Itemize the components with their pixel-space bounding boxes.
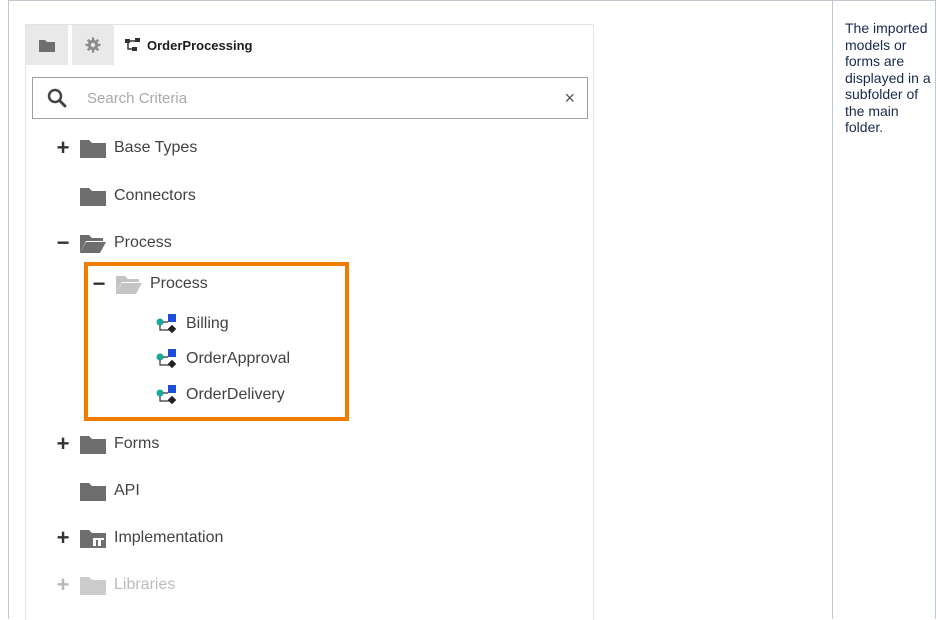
folder-open-icon (80, 235, 106, 253)
expand-toggle[interactable]: + (54, 135, 72, 161)
tree-item-label: Base Types (114, 139, 198, 156)
tree-item-forms[interactable]: + Forms (54, 429, 160, 459)
folder-icon (80, 188, 106, 206)
model-name: OrderProcessing (147, 37, 253, 53)
folder-icon (80, 483, 106, 501)
panel-tabbar: OrderProcessing (26, 25, 593, 65)
tab-model[interactable]: OrderProcessing (125, 25, 345, 65)
model-tree-icon (125, 38, 140, 51)
close-icon[interactable]: × (564, 88, 575, 108)
search-box: × (32, 77, 588, 119)
expand-toggle[interactable]: + (54, 431, 72, 457)
tree-item-implementation[interactable]: + Implementation (54, 523, 224, 553)
tree-item-label: Forms (114, 435, 160, 452)
tree-item-label: Process (114, 234, 172, 251)
tree-item-process[interactable]: − Process (54, 228, 172, 258)
table-top-border (8, 0, 936, 1)
tree-item-connectors[interactable]: Connectors (54, 181, 196, 211)
tab-settings[interactable] (72, 25, 114, 65)
folder-grid-icon (80, 530, 106, 548)
tree-item-api[interactable]: API (54, 476, 140, 506)
gear-icon (85, 37, 101, 53)
collapse-toggle[interactable]: − (54, 230, 72, 256)
tree-item-label: API (114, 482, 140, 499)
tab-repository[interactable] (26, 25, 68, 65)
folder-icon (80, 436, 106, 454)
search-icon (47, 88, 67, 108)
search-input[interactable] (85, 88, 519, 108)
tree-item-label: Connectors (114, 187, 196, 204)
tree-item-libraries[interactable]: + Libraries (54, 570, 176, 600)
highlight-box (84, 262, 349, 421)
description-note: The imported models or forms are display… (845, 20, 931, 135)
expand-toggle[interactable]: + (54, 525, 72, 551)
tree-item-label: Libraries (114, 576, 176, 593)
folder-icon (80, 140, 106, 158)
table-column-divider (832, 0, 833, 619)
folder-icon (80, 577, 106, 595)
tree-item-base-types[interactable]: + Base Types (54, 133, 198, 163)
tree-item-label: Implementation (114, 529, 224, 546)
expand-toggle[interactable]: + (54, 572, 72, 598)
table-left-border (8, 0, 9, 619)
folder-icon (39, 39, 55, 52)
